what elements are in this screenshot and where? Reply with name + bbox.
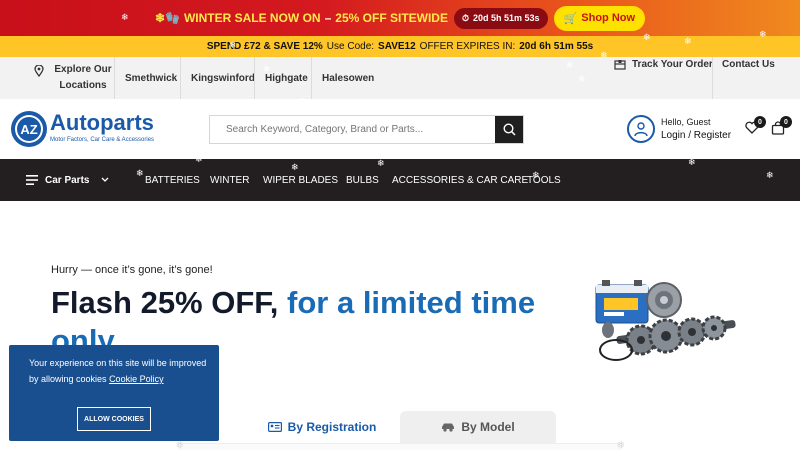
logo-emblem: AZ	[11, 111, 47, 147]
allow-cookies-button[interactable]: ALLOW COOKIES	[77, 407, 151, 431]
cookie-banner: Your experience on this site will be imp…	[9, 345, 219, 441]
store-link-smethwick[interactable]: Smethwick	[125, 57, 177, 99]
search-bar	[209, 115, 524, 144]
contact-us-link[interactable]: Contact Us	[722, 43, 775, 85]
alternator-illustration	[646, 282, 682, 318]
car-parts-image	[595, 280, 736, 361]
store-label: Halesowen	[322, 72, 375, 84]
spend-code-label: Use Code:	[326, 41, 375, 52]
wishlist-count: 0	[754, 116, 766, 128]
user-icon	[627, 115, 655, 143]
store-label: Smethwick	[125, 72, 178, 84]
battery-illustration	[595, 280, 649, 324]
store-link-kingswinford[interactable]: Kingswinford	[191, 57, 255, 99]
nav-label: WIPER BLADES	[263, 174, 339, 186]
promo-bar: ❄🧤 WINTER SALE NOW ON – 25% OFF SITEWIDE…	[0, 0, 800, 36]
track-order-label: Track Your Order	[632, 58, 713, 70]
explore-locations-link[interactable]: Explore Our Locations	[34, 57, 114, 99]
divider	[311, 57, 312, 99]
shop-now-button[interactable]: 🛒 Shop Now	[553, 5, 646, 31]
store-link-halesowen[interactable]: Halesowen	[322, 57, 374, 99]
tab-by-registration[interactable]: By Registration	[244, 411, 400, 443]
car-parts-label: Car Parts	[45, 174, 90, 186]
shop-now-label: Shop Now	[581, 12, 636, 24]
cookie-policy-link[interactable]: Cookie Policy	[109, 374, 164, 384]
contact-us-label: Contact Us	[722, 58, 775, 70]
chevron-down-icon	[102, 177, 109, 182]
nav-item-wiper-blades[interactable]: WIPER BLADES	[263, 159, 338, 201]
id-card-icon	[267, 422, 282, 432]
account-link[interactable]: Hello, Guest Login / Register	[627, 115, 731, 143]
map-pin-icon	[34, 65, 44, 77]
tab-by-model[interactable]: By Model	[400, 411, 556, 443]
logo-initials: AZ	[20, 122, 37, 137]
car-parts-menu[interactable]: Car Parts	[26, 159, 109, 201]
store-label: Kingswinford	[191, 72, 255, 84]
stopwatch-icon: ⏱	[461, 12, 470, 23]
spend-expires: 20d 6h 51m 55s	[519, 41, 594, 52]
nav-label: BATTERIES	[145, 174, 200, 186]
divider	[254, 57, 255, 99]
cookie-message: Your experience on this site will be imp…	[29, 355, 209, 387]
promo-timer: ⏱ 20d 5h 51m 53s	[453, 7, 548, 29]
divider	[712, 57, 713, 99]
main-nav: Car Parts BATTERIES WINTER WIPER BLADES …	[0, 159, 800, 201]
vehicle-search-form	[178, 443, 622, 450]
divider	[114, 57, 115, 99]
search-input[interactable]	[210, 116, 495, 143]
spend-expires-label: OFFER EXPIRES IN:	[419, 41, 516, 52]
nav-item-accessories[interactable]: ACCESSORIES & CAR CARE	[392, 159, 528, 201]
login-register-link[interactable]: Login / Register	[661, 129, 731, 143]
promo-text: ❄🧤 WINTER SALE NOW ON – 25% OFF SITEWIDE	[155, 11, 448, 25]
spend-deal: SPEND £72 & SAVE 12%	[206, 41, 323, 52]
cart-count: 0	[780, 116, 792, 128]
logo-tagline: Motor Factors, Car Care & Accessories	[50, 137, 155, 143]
hamburger-icon	[26, 175, 38, 185]
car-icon	[442, 423, 455, 432]
nav-item-bulbs[interactable]: BULBS	[346, 159, 379, 201]
promo-dash: –	[324, 11, 332, 25]
track-order-link[interactable]: Track Your Order	[614, 43, 713, 85]
spend-code: SAVE12	[378, 41, 416, 52]
promo-offer: 25% OFF SITEWIDE	[335, 11, 448, 25]
search-button[interactable]	[495, 116, 523, 143]
top-links-bar: Explore Our Locations Smethwick Kingswin…	[0, 57, 800, 99]
greeting-text: Hello, Guest	[661, 117, 711, 127]
cart-button[interactable]: 0	[771, 116, 792, 140]
truck-icon	[614, 59, 626, 70]
logo-name: Autoparts	[50, 110, 154, 135]
promo-emoji: ❄🧤	[154, 11, 180, 25]
explore-locations-label: Explore Our Locations	[54, 64, 112, 91]
hero-headline-dark: Flash 25% OFF,	[51, 285, 279, 320]
nav-label: WINTER	[210, 174, 250, 186]
wishlist-button[interactable]: 0	[745, 116, 766, 139]
site-logo[interactable]: AZ Autoparts Motor Factors, Car Care & A…	[10, 110, 170, 148]
nav-item-winter[interactable]: WINTER	[210, 159, 249, 201]
nav-item-tools[interactable]: TOOLS	[527, 159, 561, 201]
cart-icon: 🛒	[563, 12, 578, 25]
promo-timer-value: 20d 5h 51m 53s	[473, 13, 540, 23]
store-link-highgate[interactable]: Highgate	[265, 57, 308, 99]
store-label: Highgate	[265, 72, 308, 84]
site-header: AZ Autoparts Motor Factors, Car Care & A…	[0, 99, 800, 159]
nav-label: TOOLS	[527, 174, 561, 186]
nav-label: ACCESSORIES & CAR CARE	[392, 174, 529, 186]
tab-registration-label: By Registration	[287, 420, 377, 434]
divider	[180, 57, 181, 99]
hero-kicker: Hurry — once it’s gone, it’s gone!	[51, 264, 213, 276]
nav-label: BULBS	[346, 174, 379, 186]
tab-model-label: By Model	[461, 420, 515, 434]
promo-sale: WINTER SALE NOW ON	[183, 11, 321, 25]
search-icon	[502, 123, 516, 136]
nav-item-batteries[interactable]: BATTERIES	[145, 159, 200, 201]
